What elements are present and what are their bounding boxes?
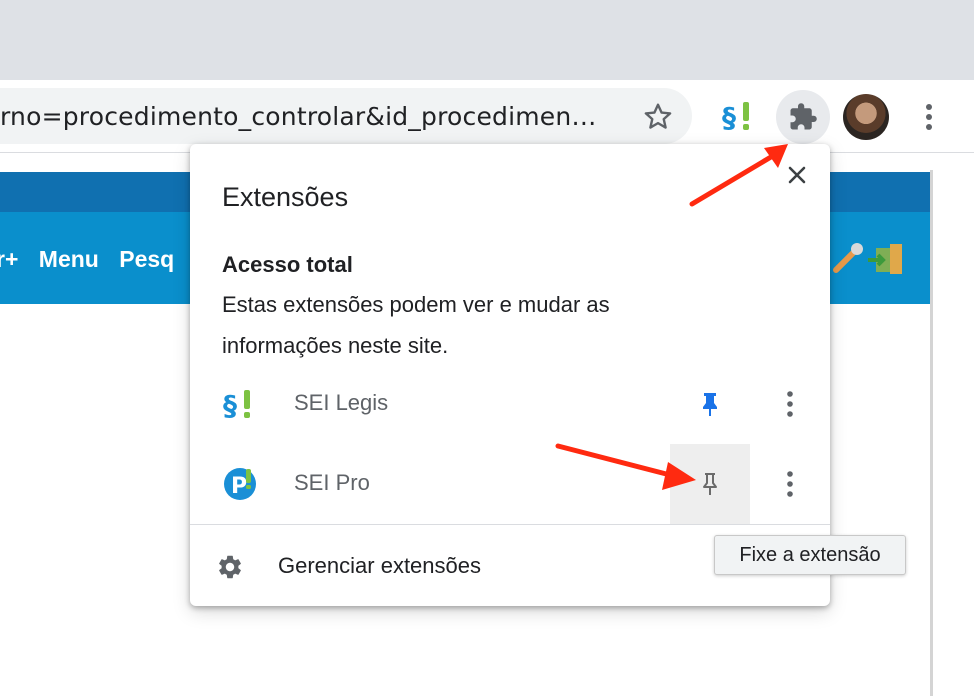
close-icon[interactable]: [782, 160, 812, 190]
more-options-icon[interactable]: [778, 468, 802, 500]
url-text: rno=procedimento_controlar&id_procedimen…: [0, 102, 597, 131]
sei-pro-logo: P: [224, 468, 256, 500]
extension-row-sei-pro[interactable]: P SEI Pro: [190, 444, 830, 524]
sei-legis-logo: §: [223, 389, 250, 422]
page-menu: r+ Menu Pesq: [0, 246, 188, 273]
svg-text:§: §: [223, 389, 237, 422]
page-tools-icons[interactable]: [832, 240, 908, 276]
section-title: Acesso total: [222, 252, 353, 277]
section-description: Estas extensões podem ver e mudar as inf…: [222, 292, 610, 358]
pin-button[interactable]: [670, 364, 750, 444]
pin-button[interactable]: [670, 444, 750, 524]
star-icon[interactable]: [642, 101, 674, 133]
pin-filled-icon: [703, 393, 717, 416]
menu-item[interactable]: Menu: [39, 246, 99, 272]
tooltip: Fixe a extensão: [714, 535, 906, 575]
pin-outline-icon: [703, 473, 717, 495]
popup-title: Extensões: [222, 182, 349, 212]
tooltip-text: Fixe a extensão: [739, 544, 881, 566]
page-border: [930, 170, 933, 696]
manage-extensions-label: Gerenciar extensões: [278, 553, 481, 578]
gear-icon: [219, 555, 241, 579]
svg-text:P: P: [231, 474, 247, 499]
puzzle-icon: [790, 103, 817, 130]
menu-item[interactable]: Pesq: [119, 246, 174, 272]
kebab-menu-icon[interactable]: [918, 100, 940, 134]
more-options-icon[interactable]: [778, 388, 802, 420]
extension-name: SEI Pro: [294, 470, 370, 495]
tab-strip: [0, 0, 974, 80]
svg-text:§: §: [722, 101, 736, 134]
menu-item[interactable]: r+: [0, 246, 18, 272]
extensions-button[interactable]: [776, 90, 830, 144]
address-bar[interactable]: rno=procedimento_controlar&id_procedimen…: [0, 88, 692, 144]
sei-legis-extension-icon[interactable]: §: [722, 98, 756, 134]
avatar[interactable]: [843, 94, 889, 140]
extension-row-sei-legis[interactable]: § SEI Legis: [190, 364, 830, 444]
extension-name: SEI Legis: [294, 390, 389, 415]
